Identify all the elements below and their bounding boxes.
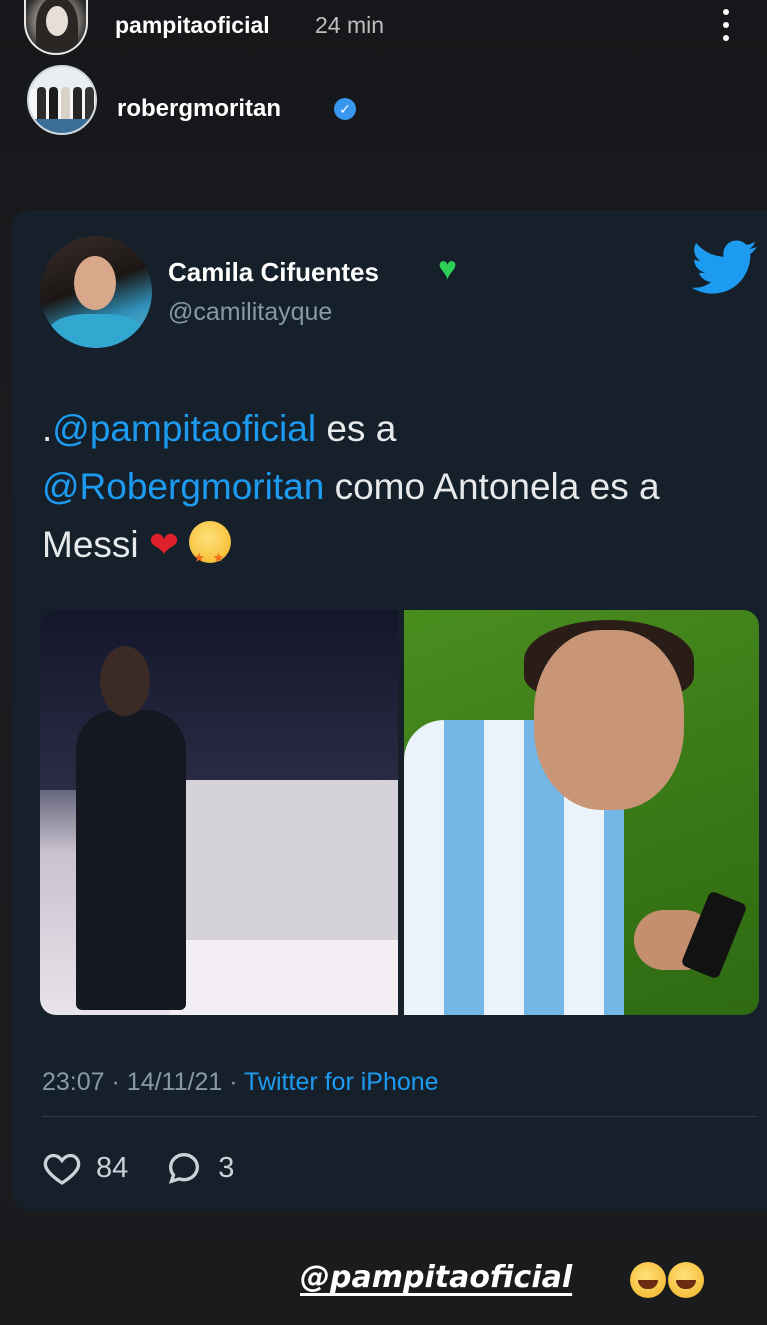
tweet-body: .@pampitaoficial es a @Robergmoritan com… xyxy=(42,400,752,587)
like-icon xyxy=(43,1153,81,1185)
twitter-bird-icon xyxy=(692,240,757,294)
tweet-date: 14/11/21 xyxy=(126,1068,223,1096)
reply-button[interactable]: 3 xyxy=(164,1148,234,1188)
story-username[interactable]: pampitaoficial xyxy=(115,12,270,39)
reply-count: 3 xyxy=(218,1151,235,1184)
tweet-mention-roberg[interactable]: @Robergmoritan xyxy=(42,466,324,507)
meta-separator: · xyxy=(111,1068,120,1096)
laughing-icon xyxy=(630,1262,666,1298)
green-heart-icon: ♥ xyxy=(438,250,457,286)
tweet-text-prefix: . xyxy=(42,408,53,449)
mention-sticker[interactable]: @pampitaoficial xyxy=(300,1260,572,1295)
tweet-author-avatar[interactable] xyxy=(40,236,152,348)
meta-separator: · xyxy=(229,1068,238,1096)
verified-icon: ✓ xyxy=(334,98,356,120)
tweet-image-left[interactable] xyxy=(40,610,398,1015)
tweet-card[interactable]: Camila Cifuentes ♥ @camilitayque .@pampi… xyxy=(12,210,767,1210)
tweet-actions: 84 3 xyxy=(42,1148,270,1188)
tweet-text-segment-1: es a xyxy=(316,408,397,449)
like-count: 84 xyxy=(96,1151,129,1184)
tweet-metadata: 23:07 · 14/11/21 · Twitter for iPhone xyxy=(42,1068,439,1097)
tweet-time: 23:07 xyxy=(42,1068,105,1096)
like-button[interactable]: 84 xyxy=(42,1148,128,1188)
story-header: pampitaoficial 24 min xyxy=(0,0,767,55)
tweet-author-handle[interactable]: @camilitayque xyxy=(168,298,332,327)
tweet-source[interactable]: Twitter for iPhone xyxy=(244,1068,439,1096)
star-struck-icon xyxy=(189,521,232,587)
tweet-author-name[interactable]: Camila Cifuentes xyxy=(168,257,379,288)
tweet-mention-pampita[interactable]: @pampitaoficial xyxy=(52,408,316,449)
tweet-image-right[interactable] xyxy=(404,610,759,1015)
reply-icon xyxy=(169,1152,200,1184)
more-icon[interactable] xyxy=(716,5,736,45)
story-avatar[interactable] xyxy=(24,0,88,55)
tweet-divider xyxy=(42,1116,757,1117)
repost-username[interactable]: robergmoritan xyxy=(117,95,281,123)
repost-attribution: robergmoritan xyxy=(0,65,767,140)
laughing-icon xyxy=(668,1262,704,1298)
repost-avatar[interactable] xyxy=(27,65,97,135)
story-timestamp: 24 min xyxy=(315,12,385,38)
red-heart-icon: ❤ xyxy=(148,524,180,565)
